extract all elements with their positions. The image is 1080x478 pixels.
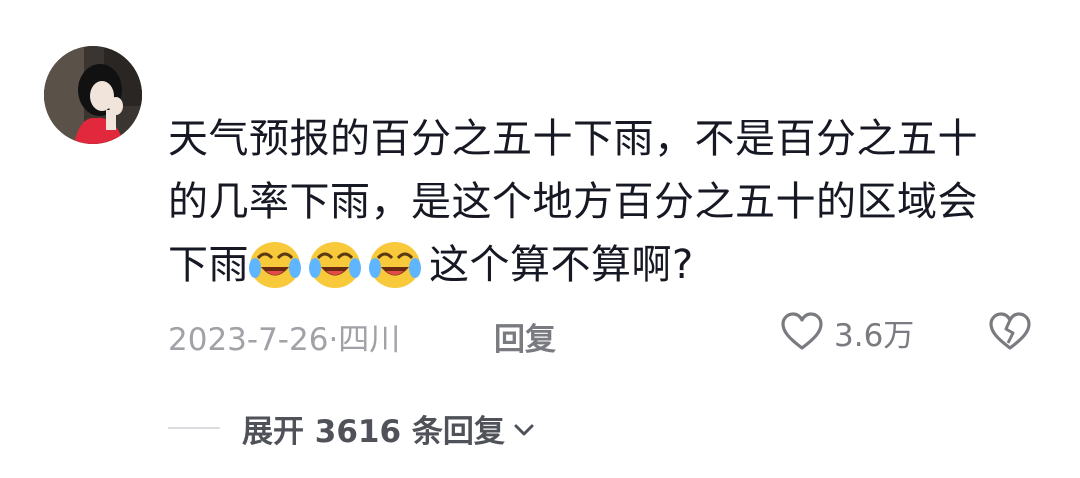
expand-replies[interactable]: 展开 3616 条回复 — [168, 406, 539, 450]
broken-heart-icon — [989, 312, 1031, 350]
chevron-down-icon — [514, 424, 534, 436]
comment-line: 的几率下雨，是这个地方百分之五十的区域会 — [168, 179, 978, 225]
avatar[interactable] — [44, 46, 142, 144]
avatar-image — [44, 46, 142, 144]
meta-separator: · — [328, 322, 339, 358]
comment-item: 天气预报的百分之五十下雨，不是百分之五十 的几率下雨，是这个地方百分之五十的区域… — [0, 0, 1080, 478]
comment-meta: 2023-7-26·四川 回复 3.6万 — [168, 310, 1048, 358]
heart-outline-icon — [781, 312, 823, 350]
comment-location: 四川 — [338, 322, 401, 358]
comment-line: 天气预报的百分之五十下雨，不是百分之五十 — [168, 116, 978, 162]
like-button[interactable]: 3.6万 — [780, 310, 914, 354]
comment-line: 下雨 — [168, 242, 249, 288]
reply-button[interactable]: 回复 — [494, 314, 556, 359]
laugh-cry-emoji-icon — [369, 242, 421, 288]
dislike-button[interactable] — [988, 310, 1032, 362]
comment-date-location: 2023-7-26·四川 — [168, 314, 400, 359]
expand-replies-label[interactable]: 展开 3616 条回复 — [242, 406, 505, 451]
comment-date: 2023-7-26 — [168, 322, 329, 358]
divider-line — [168, 427, 220, 429]
like-count: 3.6万 — [834, 317, 915, 354]
comment-line-tail: 这个算不算啊? — [429, 242, 694, 288]
laugh-cry-emoji-icon — [249, 242, 301, 288]
comment-text: 天气预报的百分之五十下雨，不是百分之五十 的几率下雨，是这个地方百分之五十的区域… — [168, 108, 1008, 297]
laugh-cry-emoji-icon — [309, 242, 361, 288]
